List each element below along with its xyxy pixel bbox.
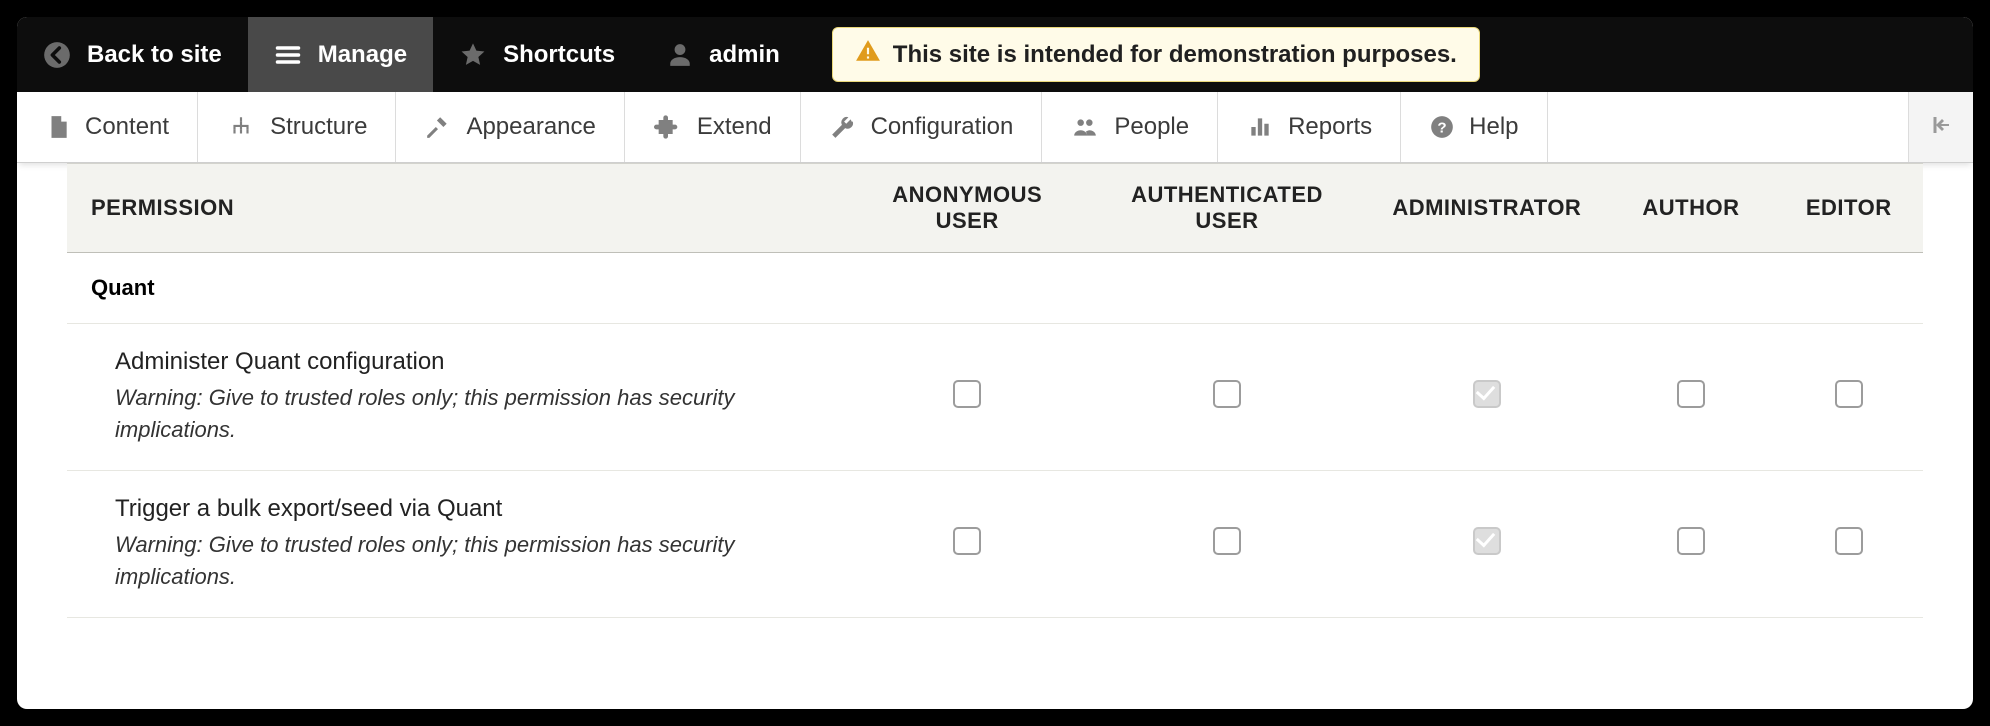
hamburger-icon [274, 41, 302, 69]
perm-cell-editor [1774, 324, 1923, 471]
perm-cell-anonymous [847, 324, 1088, 471]
perm-cell-administrator [1366, 470, 1607, 617]
puzzle-icon [653, 113, 683, 141]
permission-name: Administer Quant configuration [115, 348, 837, 376]
shortcuts-link[interactable]: Shortcuts [433, 17, 641, 92]
bar-chart-icon [1246, 114, 1274, 140]
checkbox[interactable] [1835, 380, 1863, 408]
checkbox[interactable] [1213, 527, 1241, 555]
perm-cell-authenticated [1088, 324, 1366, 471]
checkbox[interactable] [1835, 527, 1863, 555]
permission-label-cell: Trigger a bulk export/seed via Quant Warn… [67, 470, 847, 617]
admin-menu-help[interactable]: ? Help [1401, 92, 1547, 162]
permissions-table: PERMISSION ANONYMOUSUSER AUTHENTICATEDUS… [67, 163, 1923, 618]
user-label: admin [709, 41, 780, 69]
people-icon [1070, 114, 1100, 140]
back-to-site-link[interactable]: Back to site [17, 17, 248, 92]
admin-menu-reports[interactable]: Reports [1218, 92, 1401, 162]
admin-menu-extend[interactable]: Extend [625, 92, 801, 162]
checkbox[interactable] [1213, 380, 1241, 408]
back-to-site-label: Back to site [87, 41, 222, 69]
document-icon [45, 114, 71, 140]
checkbox[interactable] [1677, 527, 1705, 555]
user-menu[interactable]: admin [641, 17, 806, 92]
perm-cell-author [1607, 470, 1774, 617]
col-administrator: ADMINISTRATOR [1366, 164, 1607, 253]
checkbox[interactable] [953, 527, 981, 555]
checkbox [1473, 527, 1501, 555]
hierarchy-icon [226, 114, 256, 140]
col-permission: PERMISSION [67, 164, 847, 253]
admin-menu-people[interactable]: People [1042, 92, 1218, 162]
admin-menu-content[interactable]: Content [17, 92, 198, 162]
col-author: AUTHOR [1607, 164, 1774, 253]
collapse-toolbar-button[interactable] [1909, 92, 1973, 162]
admin-menu-structure[interactable]: Structure [198, 92, 396, 162]
demo-banner: This site is intended for demonstration … [832, 27, 1480, 82]
chevron-left-icon [43, 41, 71, 69]
svg-text:?: ? [1438, 119, 1447, 136]
admin-menu-label: Extend [697, 113, 772, 141]
permission-description: Warning: Give to trusted roles only; thi… [115, 382, 755, 446]
admin-menu-label: Help [1469, 113, 1518, 141]
manage-label: Manage [318, 41, 407, 69]
wrench-icon [829, 114, 857, 140]
admin-menu-label: Content [85, 113, 169, 141]
permission-row: Trigger a bulk export/seed via Quant Warn… [67, 470, 1923, 617]
permission-name: Trigger a bulk export/seed via Quant [115, 495, 837, 523]
module-row: Quant [67, 253, 1923, 324]
help-icon: ? [1429, 114, 1455, 140]
perm-cell-anonymous [847, 470, 1088, 617]
shortcuts-label: Shortcuts [503, 41, 615, 69]
col-editor: EDITOR [1774, 164, 1923, 253]
admin-menu-label: Reports [1288, 113, 1372, 141]
admin-menu-label: Appearance [466, 113, 595, 141]
user-icon [667, 42, 693, 68]
star-icon [459, 41, 487, 69]
checkbox[interactable] [953, 380, 981, 408]
col-anonymous: ANONYMOUSUSER [847, 164, 1088, 253]
module-name: Quant [67, 253, 1923, 324]
permission-row: Administer Quant configuration Warning: G… [67, 324, 1923, 471]
permissions-table-wrapper: PERMISSION ANONYMOUSUSER AUTHENTICATEDUS… [17, 163, 1973, 618]
permission-description: Warning: Give to trusted roles only; thi… [115, 529, 755, 593]
admin-menu-spacer [1548, 92, 1910, 162]
admin-menu-label: Configuration [871, 113, 1014, 141]
admin-menu-label: Structure [270, 113, 367, 141]
col-authenticated: AUTHENTICATEDUSER [1088, 164, 1366, 253]
top-toolbar: Back to site Manage Shortcuts admin [17, 17, 1973, 92]
perm-cell-editor [1774, 470, 1923, 617]
perm-cell-authenticated [1088, 470, 1366, 617]
manage-toggle[interactable]: Manage [248, 17, 433, 92]
admin-menu-appearance[interactable]: Appearance [396, 92, 624, 162]
perm-cell-administrator [1366, 324, 1607, 471]
admin-menu-configuration[interactable]: Configuration [801, 92, 1043, 162]
checkbox [1473, 380, 1501, 408]
permissions-header-row: PERMISSION ANONYMOUSUSER AUTHENTICATEDUS… [67, 164, 1923, 253]
warning-icon [855, 38, 881, 71]
perm-cell-author [1607, 324, 1774, 471]
admin-menu: Content Structure Appearance Extend Conf… [17, 92, 1973, 163]
admin-menu-label: People [1114, 113, 1189, 141]
permission-label-cell: Administer Quant configuration Warning: G… [67, 324, 847, 471]
gavel-icon [424, 114, 452, 140]
demo-banner-text: This site is intended for demonstration … [893, 41, 1457, 69]
checkbox[interactable] [1677, 380, 1705, 408]
arrow-left-icon [1927, 113, 1955, 142]
